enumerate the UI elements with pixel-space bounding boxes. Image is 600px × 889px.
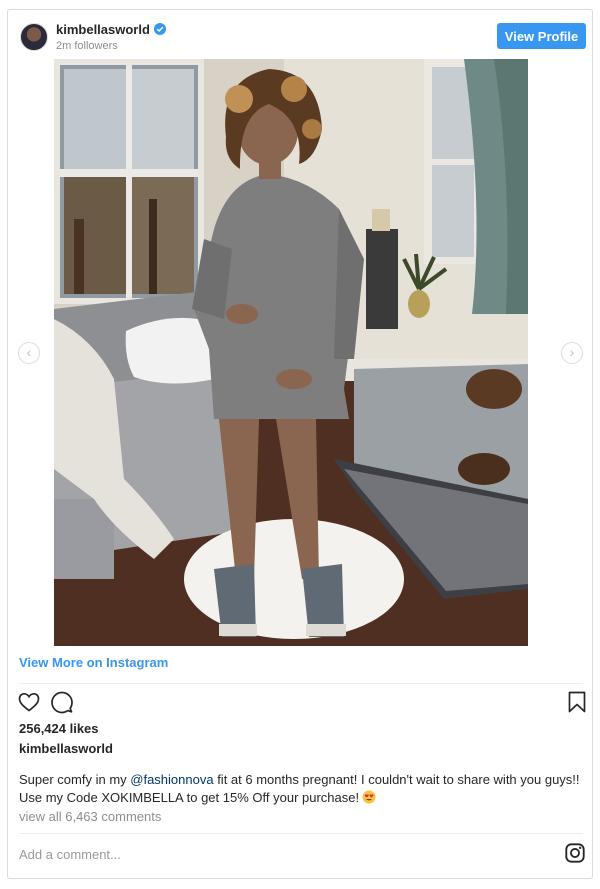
verified-badge-icon (153, 23, 166, 35)
heart-eyes-emoji-icon (362, 790, 376, 804)
post-header: kimbellasworld 2m followers View Profile (8, 10, 592, 62)
chevron-left-icon[interactable]: ‹ (18, 342, 40, 364)
view-more-link[interactable]: View More on Instagram (19, 655, 168, 670)
view-profile-button[interactable]: View Profile (497, 23, 586, 49)
username[interactable]: kimbellasworld (56, 22, 150, 37)
heart-icon[interactable] (17, 690, 41, 714)
speech-bubble-icon[interactable] (50, 690, 74, 714)
instagram-icon[interactable] (564, 842, 586, 864)
follower-count: 2m followers (56, 40, 118, 52)
avatar[interactable] (20, 23, 48, 51)
post-author[interactable]: kimbellasworld (19, 741, 113, 756)
post-image[interactable] (54, 59, 528, 646)
divider (19, 683, 583, 684)
mention-link[interactable]: @fashionnova (130, 772, 213, 787)
instagram-embed-card: kimbellasworld 2m followers View Profile (7, 9, 593, 879)
comment-input[interactable] (19, 845, 539, 863)
chevron-right-icon[interactable]: › (561, 342, 583, 364)
post-caption: Super comfy in my @fashionnova fit at 6 … (19, 771, 585, 807)
caption-text: Super comfy in my (19, 772, 131, 787)
bookmark-icon[interactable] (565, 690, 589, 714)
username-row[interactable]: kimbellasworld (56, 22, 166, 37)
like-count[interactable]: 256,424 likes (19, 721, 99, 736)
view-all-comments-link[interactable]: view all 6,463 comments (19, 809, 161, 824)
divider (19, 833, 583, 834)
